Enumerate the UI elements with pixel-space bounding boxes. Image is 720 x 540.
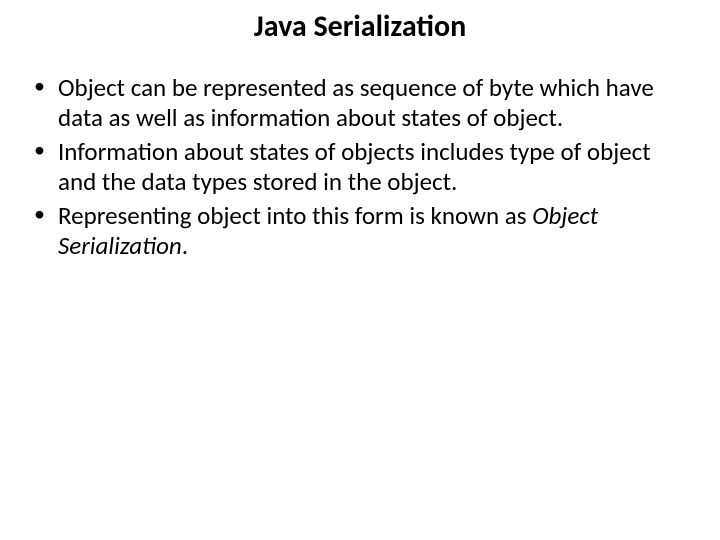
bullet-text: Object can be represented as sequence of… [58, 72, 654, 133]
slide-container: Java Serialization Object can be represe… [0, 0, 720, 540]
bullet-list: Object can be represented as sequence of… [30, 73, 690, 261]
bullet-text: Representing object into this form is kn… [58, 200, 532, 231]
slide-title: Java Serialization [30, 8, 690, 45]
bullet-text: Information about states of objects incl… [58, 136, 651, 197]
bullet-after: . [182, 230, 188, 261]
list-item: Representing object into this form is kn… [30, 201, 690, 261]
list-item: Information about states of objects incl… [30, 137, 690, 197]
list-item: Object can be represented as sequence of… [30, 73, 690, 133]
